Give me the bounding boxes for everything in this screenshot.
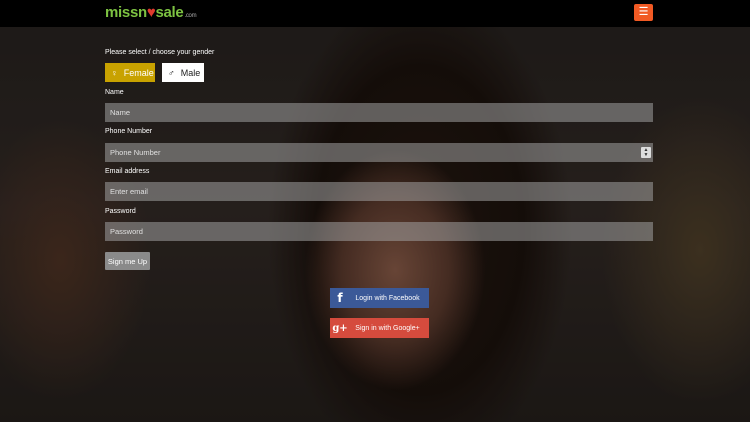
menu-button[interactable]: ☰ <box>634 4 653 21</box>
google-login-label: Sign in with Google+ <box>355 324 420 332</box>
male-icon: ♂ <box>168 67 175 78</box>
gender-male-button[interactable]: ♂ Male <box>162 63 204 82</box>
phone-field[interactable] <box>105 143 653 162</box>
email-field[interactable] <box>105 182 653 201</box>
facebook-login-label: Login with Facebook <box>355 294 420 302</box>
gender-male-label: Male <box>180 67 201 78</box>
name-field[interactable] <box>105 103 653 122</box>
facebook-icon: f <box>337 291 343 305</box>
google-login-button[interactable]: g+ Sign in with Google+ <box>330 318 429 338</box>
gender-female-button[interactable]: ♀ Female <box>105 63 155 82</box>
hamburger-icon: ☰ <box>638 6 649 18</box>
name-label: Name <box>105 89 124 96</box>
gender-prompt: Please select / choose your gender <box>105 49 215 56</box>
top-bar: missn♥sale.com ☰ <box>0 0 750 27</box>
email-label: Email address <box>105 168 150 175</box>
password-field[interactable] <box>105 222 653 241</box>
sign-up-button[interactable]: Sign me Up <box>105 252 150 270</box>
site-logo[interactable]: missn♥sale.com <box>105 4 197 21</box>
female-icon: ♀ <box>111 67 118 78</box>
google-plus-icon: g+ <box>332 322 348 334</box>
gender-female-label: Female <box>123 67 154 78</box>
stepper-down-icon[interactable]: ▼ <box>644 152 649 158</box>
phone-stepper[interactable]: ▲ ▼ <box>641 147 651 158</box>
phone-label: Phone Number <box>105 128 153 135</box>
password-label: Password <box>105 208 136 215</box>
facebook-login-button[interactable]: f Login with Facebook <box>330 288 429 308</box>
